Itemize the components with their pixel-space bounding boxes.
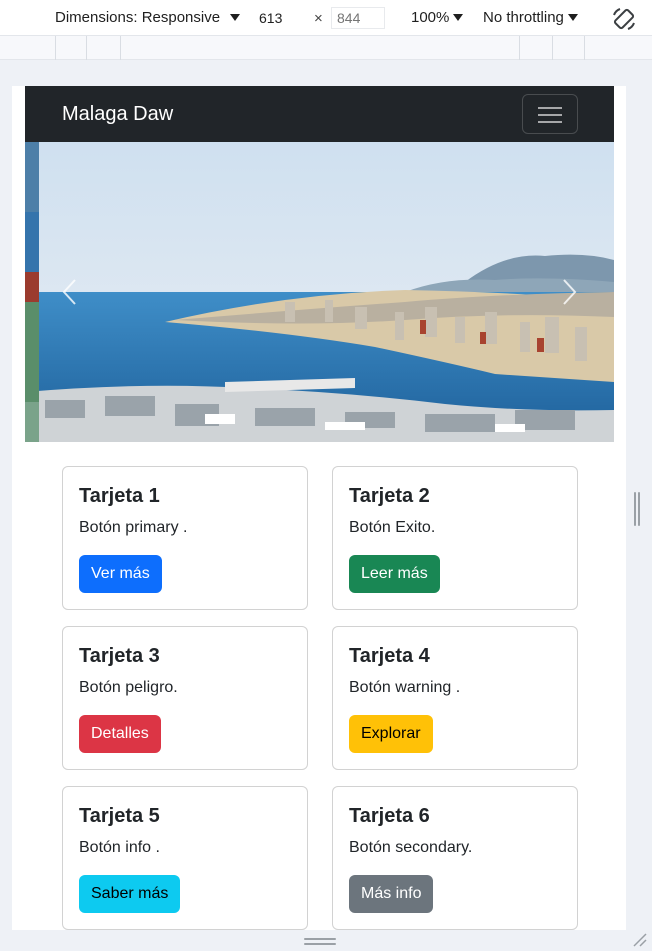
- card-text: Botón primary .: [79, 519, 188, 536]
- card-text: Botón info .: [79, 839, 160, 856]
- zoom-label: 100%: [411, 9, 450, 26]
- width-input[interactable]: [254, 7, 308, 29]
- ruler-tick: [584, 36, 585, 60]
- card-1: Tarjeta 1 Botón primary . Ver más: [62, 466, 308, 610]
- throttling-dropdown[interactable]: No throttling: [483, 9, 578, 26]
- card-text: Botón Exito.: [349, 519, 436, 536]
- card-title: Tarjeta 1: [79, 485, 160, 507]
- rotate-icon[interactable]: [611, 6, 637, 32]
- card-3: Tarjeta 3 Botón peligro. Detalles: [62, 626, 308, 770]
- emulated-viewport: Malaga Daw Tarjeta 1 Botón primary . Ver…: [12, 86, 626, 930]
- grip-icon: [638, 492, 640, 526]
- carousel: [25, 142, 614, 442]
- hamburger-menu-icon: [538, 121, 562, 123]
- navbar: Malaga Daw: [25, 86, 614, 142]
- carousel-prev-button[interactable]: [25, 142, 115, 442]
- ruler-tick: [55, 36, 56, 60]
- card-text: Botón secondary.: [349, 839, 473, 856]
- ruler-tick: [86, 36, 87, 60]
- carousel-next-button[interactable]: [524, 142, 614, 442]
- detalles-button[interactable]: Detalles: [79, 715, 161, 753]
- height-input[interactable]: [331, 7, 385, 29]
- throttling-label: No throttling: [483, 9, 564, 26]
- resize-handle-bottom[interactable]: [304, 938, 336, 946]
- grip-icon: [304, 943, 336, 945]
- zoom-dropdown[interactable]: 100%: [411, 9, 464, 26]
- card-text: Botón peligro.: [79, 679, 178, 696]
- chevron-down-icon: [230, 14, 241, 21]
- navbar-toggler[interactable]: [522, 94, 578, 134]
- chevron-down-icon: [453, 14, 464, 21]
- chevron-down-icon: [567, 14, 578, 21]
- card-title: Tarjeta 5: [79, 805, 160, 827]
- card-title: Tarjeta 2: [349, 485, 430, 507]
- card-6: Tarjeta 6 Botón secondary. Más info: [332, 786, 578, 930]
- chevron-right-icon: [563, 279, 577, 305]
- ruler-tick: [120, 36, 121, 60]
- resize-corner-icon[interactable]: [630, 930, 648, 948]
- card-title: Tarjeta 4: [349, 645, 430, 667]
- card-title: Tarjeta 3: [79, 645, 160, 667]
- card-title: Tarjeta 6: [349, 805, 430, 827]
- grip-icon: [304, 938, 336, 940]
- device-toolbar: Dimensions: Responsive × 100% No throttl…: [0, 0, 652, 36]
- mas-info-button[interactable]: Más info: [349, 875, 434, 913]
- dimensions-label: Dimensions: Responsive: [55, 9, 221, 26]
- resize-handle-right[interactable]: [634, 492, 642, 526]
- saber-mas-button[interactable]: Saber más: [79, 875, 181, 913]
- ver-mas-button[interactable]: Ver más: [79, 555, 162, 593]
- card-5: Tarjeta 5 Botón info . Saber más: [62, 786, 308, 930]
- grip-icon: [634, 492, 636, 526]
- card-2: Tarjeta 2 Botón Exito. Leer más: [332, 466, 578, 610]
- dimensions-dropdown[interactable]: Dimensions: Responsive: [55, 9, 241, 26]
- explorar-button[interactable]: Explorar: [349, 715, 433, 753]
- ruler-tick: [552, 36, 553, 60]
- navbar-brand[interactable]: Malaga Daw: [62, 103, 173, 126]
- card-text: Botón warning .: [349, 679, 461, 696]
- hamburger-menu-icon: [538, 114, 562, 116]
- media-query-bar: [0, 36, 652, 60]
- card-4: Tarjeta 4 Botón warning . Explorar: [332, 626, 578, 770]
- hamburger-menu-icon: [538, 107, 562, 109]
- ruler-tick: [519, 36, 520, 60]
- chevron-left-icon: [62, 279, 76, 305]
- dimension-separator: ×: [314, 10, 323, 27]
- leer-mas-button[interactable]: Leer más: [349, 555, 440, 593]
